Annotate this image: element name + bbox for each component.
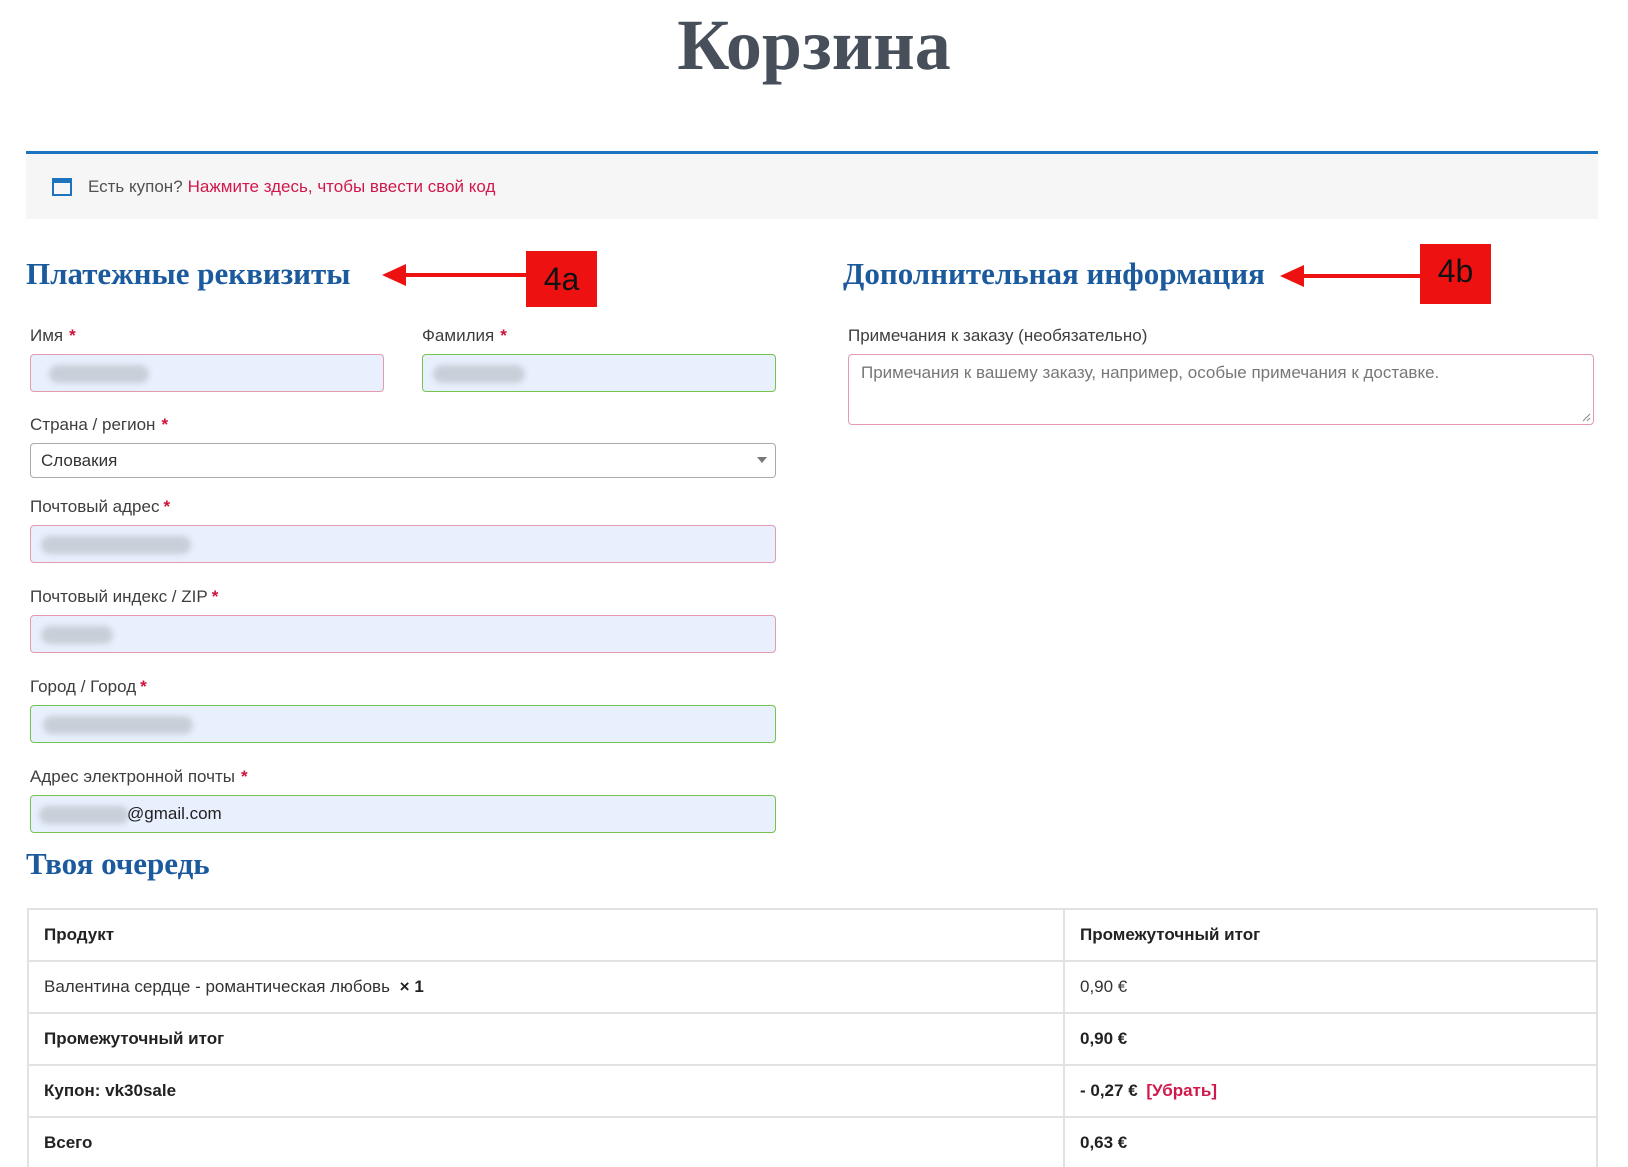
- table-row: Валентина сердце - романтическая любовь …: [27, 960, 1598, 1014]
- product-qty: × 1: [399, 977, 424, 996]
- country-value: Словакия: [41, 451, 118, 470]
- coupon-question: Есть купон?: [88, 176, 183, 196]
- coupon-label: Купон: vk30sale: [27, 1064, 1065, 1118]
- country-select[interactable]: Словакия: [30, 443, 776, 478]
- subtotal-label: Промежуточный итог: [27, 1012, 1065, 1066]
- coupon-cell: - 0,27 € [Убрать]: [1063, 1064, 1598, 1118]
- country-label: Страна / регион *: [30, 415, 169, 434]
- last-name-input[interactable]: [422, 354, 776, 392]
- coupon-row: Купон: vk30sale - 0,27 € [Убрать]: [27, 1064, 1598, 1118]
- first-name-input[interactable]: [30, 354, 384, 392]
- city-label: Город / Город *: [30, 677, 147, 696]
- total-value: 0,63 €: [1063, 1116, 1598, 1167]
- column-product: Продукт: [27, 908, 1065, 962]
- annotation-4a: 4a: [526, 251, 597, 307]
- email-input[interactable]: @gmail.com: [30, 795, 776, 833]
- order-heading: Твоя очередь: [26, 846, 210, 881]
- address-label: Почтовый адрес *: [30, 497, 171, 516]
- product-price: 0,90 €: [1063, 960, 1598, 1014]
- postcode-label: Почтовый индекс / ZIP *: [30, 587, 219, 606]
- total-row: Всего 0,63 €: [27, 1116, 1598, 1167]
- product-cell: Валентина сердце - романтическая любовь …: [27, 960, 1065, 1014]
- address-input[interactable]: [30, 525, 776, 563]
- order-notes-textarea[interactable]: Примечания к вашему заказу, например, ос…: [848, 354, 1594, 425]
- column-subtotal: Промежуточный итог: [1063, 908, 1598, 962]
- order-notes-placeholder: Примечания к вашему заказу, например, ос…: [861, 363, 1440, 382]
- email-label: Адрес электронной почты *: [30, 767, 248, 786]
- table-header-row: Продукт Промежуточный итог: [27, 908, 1598, 962]
- coupon-link[interactable]: Нажмите здесь, чтобы ввести свой код: [188, 177, 496, 197]
- total-label: Всего: [27, 1116, 1065, 1167]
- arrow-4a: [382, 264, 528, 286]
- coupon-notice: Есть купон? Нажмите здесь, чтобы ввести …: [26, 151, 1598, 219]
- order-table: Продукт Промежуточный итог Валентина сер…: [27, 908, 1598, 1167]
- first-name-label: Имя *: [30, 326, 76, 345]
- product-name: Валентина сердце - романтическая любовь: [44, 977, 390, 996]
- coupon-value: - 0,27 €: [1080, 1081, 1138, 1100]
- annotation-4b: 4b: [1420, 244, 1491, 304]
- calendar-icon: [52, 177, 72, 196]
- resize-grip-icon[interactable]: [1581, 412, 1591, 422]
- arrow-4b: [1280, 265, 1422, 287]
- subtotal-row: Промежуточный итог 0,90 €: [27, 1012, 1598, 1066]
- last-name-label: Фамилия *: [422, 326, 507, 345]
- subtotal-value: 0,90 €: [1063, 1012, 1598, 1066]
- order-notes-label: Примечания к заказу (необязательно): [848, 326, 1148, 345]
- city-input[interactable]: [30, 705, 776, 743]
- postcode-input[interactable]: [30, 615, 776, 653]
- remove-coupon-link[interactable]: [Убрать]: [1146, 1081, 1217, 1100]
- billing-heading: Платежные реквизиты: [26, 256, 351, 291]
- chevron-down-icon: [757, 457, 767, 463]
- page-title: Корзина: [677, 5, 951, 85]
- email-value: @gmail.com: [127, 804, 222, 823]
- additional-heading: Дополнительная информация: [843, 256, 1265, 291]
